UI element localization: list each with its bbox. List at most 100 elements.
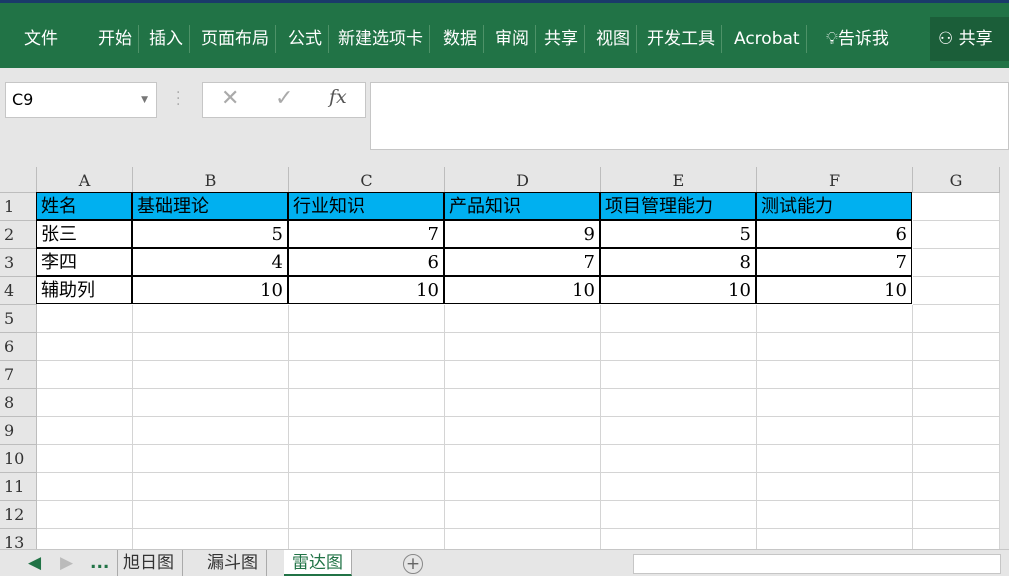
cell[interactable]: [445, 305, 601, 333]
cell[interactable]: [289, 333, 445, 361]
cell[interactable]: [37, 501, 133, 529]
ribbon-tab[interactable]: 公式: [282, 25, 329, 53]
cell[interactable]: 4: [132, 248, 288, 276]
cell[interactable]: [913, 193, 1000, 221]
cell[interactable]: [913, 277, 1000, 305]
sheet-tab-active[interactable]: 雷达图: [284, 550, 352, 576]
cell[interactable]: [601, 417, 757, 445]
cell[interactable]: [913, 501, 1000, 529]
cell[interactable]: [757, 501, 913, 529]
cell[interactable]: 产品知识: [444, 192, 600, 220]
cell[interactable]: [37, 473, 133, 501]
cell[interactable]: [445, 529, 601, 549]
ribbon-tab[interactable]: 页面布局: [195, 25, 276, 53]
cell[interactable]: [913, 473, 1000, 501]
cell[interactable]: [289, 501, 445, 529]
cell[interactable]: [913, 417, 1000, 445]
cell[interactable]: [133, 417, 289, 445]
chevron-down-icon[interactable]: ▼: [141, 83, 148, 117]
row-header[interactable]: 12: [0, 501, 37, 529]
cell[interactable]: [757, 305, 913, 333]
cell[interactable]: [37, 417, 133, 445]
cell[interactable]: [601, 361, 757, 389]
row-header[interactable]: 10: [0, 445, 37, 473]
cell[interactable]: [445, 333, 601, 361]
cell[interactable]: 7: [288, 220, 444, 248]
cell[interactable]: [133, 361, 289, 389]
cell[interactable]: [913, 361, 1000, 389]
cell[interactable]: [913, 221, 1000, 249]
horizontal-scrollbar[interactable]: [633, 554, 1001, 574]
row-header[interactable]: 11: [0, 473, 37, 501]
cell[interactable]: [445, 417, 601, 445]
insert-function-icon[interactable]: fx: [329, 86, 347, 108]
cell[interactable]: 辅助列: [36, 276, 132, 304]
ribbon-tab[interactable]: 开发工具: [641, 25, 722, 53]
cell[interactable]: 5: [132, 220, 288, 248]
ribbon-tab[interactable]: 新建选项卡: [332, 25, 430, 53]
scroll-left-icon[interactable]: ◀: [20, 550, 49, 576]
cell[interactable]: [37, 305, 133, 333]
ribbon-tab[interactable]: 审阅: [489, 25, 536, 53]
cell[interactable]: [133, 389, 289, 417]
column-header[interactable]: B: [133, 167, 289, 193]
cell[interactable]: 行业知识: [288, 192, 444, 220]
row-header[interactable]: 6: [0, 333, 37, 361]
cell[interactable]: [445, 445, 601, 473]
cell[interactable]: [913, 305, 1000, 333]
ribbon-tab[interactable]: 文件: [18, 25, 64, 53]
cell[interactable]: [757, 361, 913, 389]
ribbon-tab[interactable]: 视图: [590, 25, 637, 53]
cell[interactable]: [289, 445, 445, 473]
cell[interactable]: 6: [756, 220, 912, 248]
cell[interactable]: [37, 445, 133, 473]
cell[interactable]: 姓名: [36, 192, 132, 220]
row-header[interactable]: 3: [0, 249, 37, 277]
cell[interactable]: 李四: [36, 248, 132, 276]
cell[interactable]: [601, 529, 757, 549]
cell[interactable]: [757, 473, 913, 501]
formula-input[interactable]: [370, 82, 1009, 150]
cell[interactable]: [757, 389, 913, 417]
cell[interactable]: [445, 361, 601, 389]
cell[interactable]: [445, 389, 601, 417]
cell[interactable]: [913, 389, 1000, 417]
scroll-right-icon[interactable]: ▶: [52, 550, 81, 576]
cell[interactable]: 10: [444, 276, 600, 304]
select-all-corner[interactable]: [0, 167, 37, 193]
row-header[interactable]: 7: [0, 361, 37, 389]
column-header[interactable]: G: [913, 167, 1000, 193]
cell[interactable]: [133, 333, 289, 361]
name-box[interactable]: C9▼: [5, 82, 157, 118]
cell[interactable]: 8: [600, 248, 756, 276]
ribbon-tab[interactable]: 插入: [143, 25, 190, 53]
cell[interactable]: [289, 305, 445, 333]
row-header[interactable]: 2: [0, 221, 37, 249]
cell[interactable]: [37, 529, 133, 549]
row-header[interactable]: 1: [0, 193, 37, 221]
cell[interactable]: [133, 473, 289, 501]
ribbon-tab[interactable]: Acrobat: [728, 25, 807, 53]
column-header[interactable]: A: [37, 167, 133, 193]
row-header[interactable]: 8: [0, 389, 37, 417]
cell[interactable]: 7: [756, 248, 912, 276]
cell[interactable]: 张三: [36, 220, 132, 248]
cell[interactable]: [289, 473, 445, 501]
cell[interactable]: [133, 445, 289, 473]
cell[interactable]: [757, 529, 913, 549]
column-header[interactable]: E: [601, 167, 757, 193]
cell[interactable]: [757, 445, 913, 473]
column-header[interactable]: D: [445, 167, 601, 193]
cell[interactable]: [37, 333, 133, 361]
cell[interactable]: 10: [288, 276, 444, 304]
cell[interactable]: [601, 305, 757, 333]
row-header[interactable]: 5: [0, 305, 37, 333]
ribbon-tab[interactable]: 数据: [437, 25, 484, 53]
cell[interactable]: [601, 473, 757, 501]
spreadsheet-grid[interactable]: ABCDEFG1姓名基础理论行业知识产品知识项目管理能力测试能力2张三57956…: [0, 167, 1000, 549]
column-header[interactable]: C: [289, 167, 445, 193]
cell[interactable]: [913, 529, 1000, 549]
ribbon-tab[interactable]: 共享: [538, 25, 585, 53]
cell[interactable]: 5: [600, 220, 756, 248]
cell[interactable]: 基础理论: [132, 192, 288, 220]
